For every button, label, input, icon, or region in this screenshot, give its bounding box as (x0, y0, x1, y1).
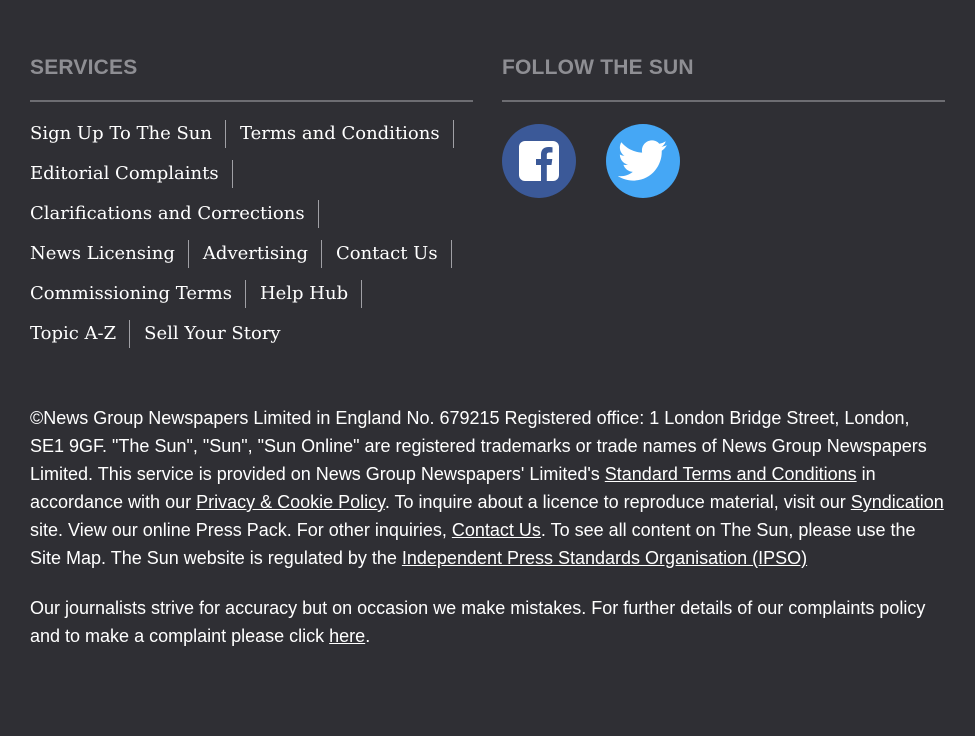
link-terms-and-conditions[interactable]: Terms and Conditions (240, 120, 454, 160)
legal-text: ©News Group Newspapers Limited in Englan… (30, 404, 945, 650)
legal-text-segment: site. View our online Press Pack. For ot… (30, 520, 452, 540)
contact-us-link[interactable]: Contact Us (452, 520, 541, 540)
link-editorial-complaints[interactable]: Editorial Complaints (30, 160, 233, 200)
link-help-hub[interactable]: Help Hub (260, 280, 363, 320)
legal-text-segment: . To inquire about a licence to reproduc… (384, 492, 851, 512)
facebook-icon (519, 141, 559, 181)
services-links: Sign Up To The Sun Terms and Conditions … (30, 120, 473, 360)
syndication-link[interactable]: Syndication (851, 492, 944, 512)
services-heading: SERVICES (30, 56, 138, 79)
social-links (502, 124, 945, 198)
ipso-link[interactable]: Independent Press Standards Organisation… (402, 548, 807, 568)
twitter-icon (618, 140, 668, 181)
legal-paragraph: ©News Group Newspapers Limited in Englan… (30, 404, 945, 572)
complaints-text-segment: . (365, 626, 371, 646)
link-sell-your-story[interactable]: Sell Your Story (144, 320, 294, 360)
follow-heading: FOLLOW THE SUN (502, 56, 694, 79)
link-commissioning-terms[interactable]: Commissioning Terms (30, 280, 246, 320)
services-section: SERVICES Sign Up To The Sun Terms and Co… (30, 52, 473, 360)
link-topic-a-z[interactable]: Topic A-Z (30, 320, 131, 360)
standard-terms-link[interactable]: Standard Terms and Conditions (605, 464, 857, 484)
complaints-paragraph: Our journalists strive for accuracy but … (30, 594, 945, 650)
follow-divider (502, 100, 945, 102)
link-clarifications-and-corrections[interactable]: Clarifications and Corrections (30, 200, 319, 240)
complaints-text-segment: Our journalists strive for accuracy but … (30, 598, 926, 646)
link-advertising[interactable]: Advertising (203, 240, 323, 280)
services-divider (30, 100, 473, 102)
facebook-button[interactable] (502, 124, 576, 198)
follow-section: FOLLOW THE SUN (502, 52, 945, 198)
link-sign-up[interactable]: Sign Up To The Sun (30, 120, 226, 160)
link-contact-us[interactable]: Contact Us (336, 240, 452, 280)
twitter-button[interactable] (606, 124, 680, 198)
privacy-cookie-policy-link[interactable]: Privacy & Cookie Policy (196, 492, 385, 512)
complaint-here-link[interactable]: here (329, 626, 365, 646)
link-news-licensing[interactable]: News Licensing (30, 240, 189, 280)
